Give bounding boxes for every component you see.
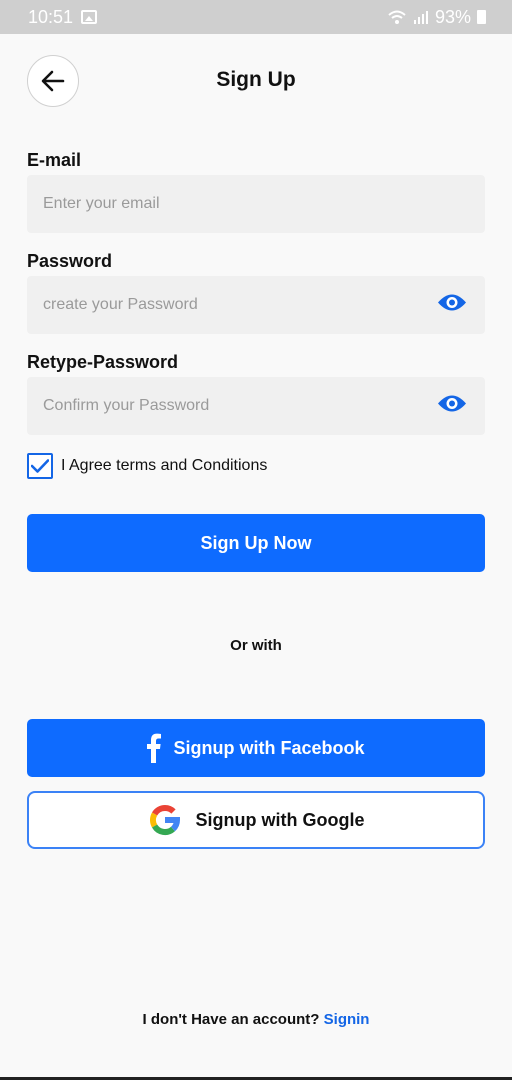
- signin-link[interactable]: Signin: [324, 1011, 370, 1028]
- agree-checkbox[interactable]: [27, 453, 53, 479]
- agree-label: I Agree terms and Conditions: [61, 457, 268, 474]
- google-icon: [149, 804, 180, 836]
- sign-up-button-label: Sign Up Now: [200, 532, 312, 553]
- email-field-box: [27, 175, 485, 233]
- checkmark-icon: [31, 459, 49, 473]
- page-title: Sign Up: [216, 68, 296, 91]
- email-label: E-mail: [27, 150, 82, 170]
- battery-icon: [477, 10, 486, 24]
- sign-up-button[interactable]: Sign Up Now: [27, 514, 485, 572]
- or-with-divider: Or with: [230, 637, 282, 654]
- signal-icon: [413, 11, 428, 24]
- retype-password-field[interactable]: [43, 397, 469, 415]
- retype-password-field-box: [27, 377, 485, 435]
- footer: I don't Have an account? Signin: [0, 1011, 512, 1028]
- gallery-icon: [81, 10, 98, 24]
- password-visibility-toggle[interactable]: [437, 293, 467, 318]
- battery-percent: 93%: [434, 6, 471, 27]
- status-time: 10:51: [28, 6, 74, 27]
- retype-password-visibility-toggle[interactable]: [437, 394, 467, 419]
- retype-password-label: Retype-Password: [27, 352, 179, 372]
- facebook-icon: [147, 733, 162, 763]
- eye-icon: [438, 395, 466, 412]
- password-field-box: [27, 276, 485, 334]
- password-label: Password: [27, 251, 113, 271]
- status-left: 10:51: [28, 6, 98, 28]
- footer-text: I don't Have an account?: [142, 1011, 320, 1028]
- email-field[interactable]: [43, 195, 469, 213]
- facebook-signup-button[interactable]: Signup with Facebook: [27, 719, 485, 777]
- facebook-signup-label: Signup with Facebook: [173, 737, 365, 758]
- agree-row: I Agree terms and Conditions: [27, 452, 267, 480]
- status-right: 93%: [387, 7, 486, 28]
- eye-icon: [438, 294, 466, 311]
- wifi-icon: [388, 10, 406, 24]
- status-bar: 10:51 93%: [0, 0, 512, 34]
- password-field[interactable]: [43, 296, 469, 314]
- google-signup-button[interactable]: Signup with Google: [27, 791, 485, 849]
- google-signup-label: Signup with Google: [195, 809, 365, 830]
